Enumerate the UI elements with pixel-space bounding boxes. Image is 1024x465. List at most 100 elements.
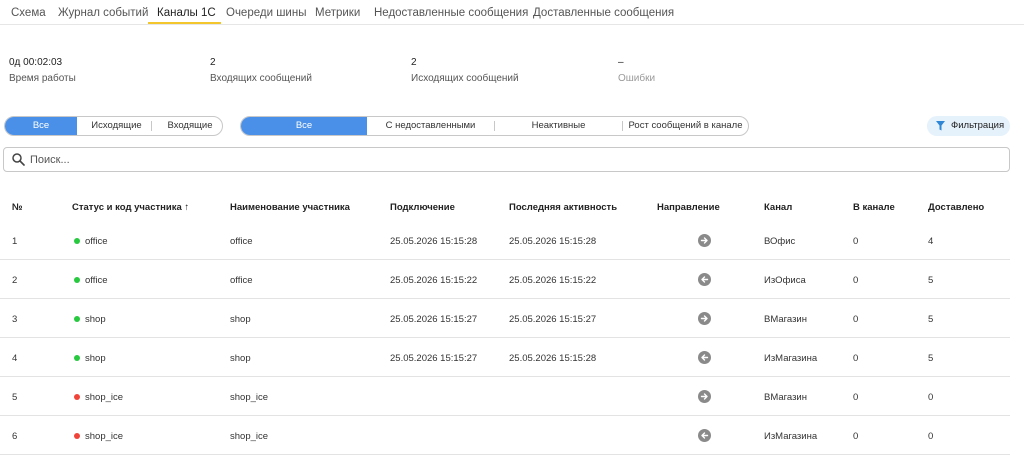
status-dot: [74, 316, 80, 322]
direction-filter-all[interactable]: Все: [5, 117, 77, 135]
stat-value: 2: [411, 57, 417, 68]
row-number: 1: [12, 236, 18, 247]
arrow-left-icon: [698, 351, 711, 364]
channel-filter-inactive[interactable]: Неактивные: [495, 117, 622, 135]
channel-filter-growth[interactable]: Рост сообщений в канале: [623, 117, 748, 135]
column-header-connection[interactable]: Подключение: [390, 202, 455, 213]
participant-name: shop: [230, 353, 251, 364]
in-channel-count: 0: [853, 392, 859, 403]
direction-filter-incoming[interactable]: Входящие: [156, 117, 222, 135]
table-row[interactable]: 5 shop_ice shop_ice ВМагазин 0 0: [0, 377, 1010, 416]
tab-undelivered-messages[interactable]: Недоставленные сообщения: [374, 7, 528, 19]
stat-uptime: 0д 00:02:03 Время работы: [9, 57, 76, 84]
delivered-count: 4: [928, 236, 934, 247]
row-number: 2: [12, 275, 18, 286]
stat-errors: – Ошибки: [618, 57, 655, 84]
in-channel-count: 0: [853, 431, 859, 442]
segment-divider: [151, 121, 152, 131]
search-input[interactable]: [30, 151, 990, 168]
participant-name: office: [230, 275, 253, 286]
row-number: 4: [12, 353, 18, 364]
participant-name: office: [230, 236, 253, 247]
delivered-count: 5: [928, 275, 934, 286]
last-activity-time: 25.05.2026 15:15:28: [509, 353, 597, 364]
channel-name: ИзМагазина: [764, 353, 818, 364]
table-row[interactable]: 2 office office 25.05.2026 15:15:22 25.0…: [0, 260, 1010, 299]
stat-value: 0д 00:02:03: [9, 57, 63, 68]
column-header-direction[interactable]: Направление: [657, 202, 720, 213]
participant-code-text: shop_ice: [85, 431, 124, 442]
channel-name: ВМагазин: [764, 392, 807, 403]
channel-name: ВМагазин: [764, 314, 807, 325]
delivered-count: 5: [928, 314, 934, 325]
last-activity-time: 25.05.2026 15:15:27: [509, 314, 597, 325]
arrow-right-icon: [698, 234, 711, 247]
column-header-in-channel[interactable]: В канале: [853, 202, 895, 213]
channel-name: ИзМагазина: [764, 431, 818, 442]
arrow-left-icon: [698, 273, 711, 286]
tab-bus-queues[interactable]: Очереди шины: [226, 7, 306, 19]
stat-label: Исходящих сообщений: [411, 73, 519, 84]
participant-name: shop_ice: [230, 392, 269, 403]
status-dot: [74, 277, 80, 283]
channel-name: ИзОфиса: [764, 275, 806, 286]
stat-incoming: 2 Входящих сообщений: [210, 57, 312, 84]
in-channel-count: 0: [853, 353, 859, 364]
last-activity-time: 25.05.2026 15:15:28: [509, 236, 597, 247]
participant-code: shop_ice: [74, 431, 123, 442]
participant-code-text: office: [85, 236, 108, 247]
direction-filter-outgoing[interactable]: Исходящие: [77, 117, 156, 135]
table-row[interactable]: 1 office office 25.05.2026 15:15:28 25.0…: [0, 221, 1010, 260]
search-box: [3, 147, 1010, 172]
row-number: 3: [12, 314, 18, 325]
row-number: 5: [12, 392, 18, 403]
stat-value: 2: [210, 57, 216, 68]
connection-time: 25.05.2026 15:15:22: [390, 275, 478, 286]
connection-time: 25.05.2026 15:15:27: [390, 353, 478, 364]
tab-schema[interactable]: Схема: [11, 7, 46, 19]
channel-filter: Все С недоставленными Неактивные Рост со…: [240, 116, 749, 136]
search-icon: [12, 153, 25, 166]
last-activity-time: 25.05.2026 15:15:22: [509, 275, 597, 286]
delivered-count: 0: [928, 431, 934, 442]
column-header-delivered[interactable]: Доставлено: [928, 202, 984, 213]
tab-1c-channels[interactable]: Каналы 1С: [157, 7, 216, 19]
connection-time: 25.05.2026 15:15:27: [390, 314, 478, 325]
tab-delivered-messages[interactable]: Доставленные сообщения: [533, 7, 674, 19]
arrow-right-icon: [698, 312, 711, 325]
connection-time: 25.05.2026 15:15:28: [390, 236, 478, 247]
participant-code-text: shop: [85, 314, 106, 325]
channel-filter-undelivered[interactable]: С недоставленными: [367, 117, 494, 135]
channel-filter-all[interactable]: Все: [241, 117, 367, 135]
participant-code-text: office: [85, 275, 108, 286]
column-header-participant-name[interactable]: Наименование участника: [230, 202, 350, 213]
status-dot: [74, 433, 80, 439]
status-dot: [74, 355, 80, 361]
row-number: 6: [12, 431, 18, 442]
participant-name: shop_ice: [230, 431, 269, 442]
in-channel-count: 0: [853, 236, 859, 247]
channel-name: ВОфис: [764, 236, 796, 247]
stat-value: –: [618, 57, 624, 68]
tab-event-log[interactable]: Журнал событий: [58, 7, 148, 19]
delivered-count: 0: [928, 392, 934, 403]
in-channel-count: 0: [853, 314, 859, 325]
table-row[interactable]: 4 shop shop 25.05.2026 15:15:27 25.05.20…: [0, 338, 1010, 377]
column-header-last-activity[interactable]: Последняя активность: [509, 202, 617, 213]
column-header-status-code[interactable]: Статус и код участника ↑: [72, 202, 189, 213]
arrow-left-icon: [698, 429, 711, 442]
status-dot: [74, 394, 80, 400]
column-header-channel[interactable]: Канал: [764, 202, 792, 213]
participant-code: shop_ice: [74, 392, 123, 403]
direction-filter: Все Исходящие Входящие: [4, 116, 223, 136]
column-header-number[interactable]: №: [12, 202, 23, 213]
arrow-right-icon: [698, 390, 711, 403]
participant-code: office: [74, 236, 108, 247]
filter-button[interactable]: Фильтрация: [927, 116, 1010, 136]
table-row[interactable]: 6 shop_ice shop_ice ИзМагазина 0 0: [0, 416, 1010, 455]
table-row[interactable]: 3 shop shop 25.05.2026 15:15:27 25.05.20…: [0, 299, 1010, 338]
participant-code-text: shop: [85, 353, 106, 364]
funnel-icon: [936, 121, 945, 131]
tab-metrics[interactable]: Метрики: [315, 7, 360, 19]
stat-label: Входящих сообщений: [210, 73, 312, 84]
